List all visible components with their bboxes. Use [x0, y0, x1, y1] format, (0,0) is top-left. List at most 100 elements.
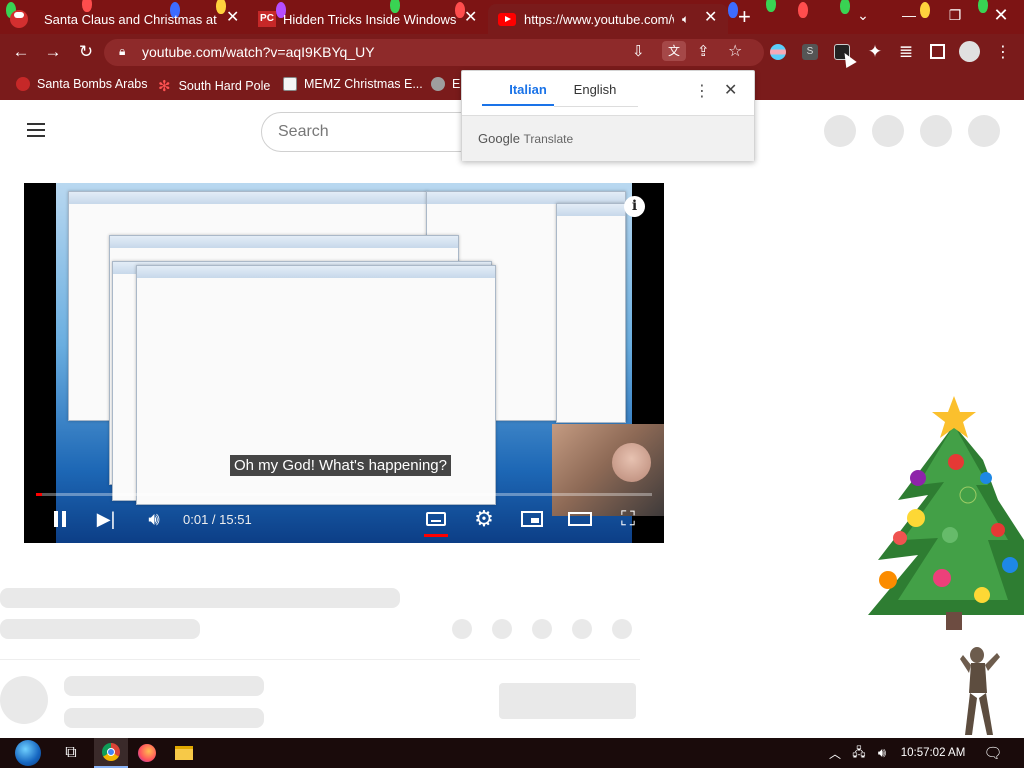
bookmark-south-hard-pole[interactable]: ✻ South Hard Pole [158, 77, 270, 95]
reading-list-icon[interactable]: ≣ [895, 41, 917, 63]
task-view-icon[interactable]: ⧉ [54, 738, 88, 768]
share-icon[interactable]: ⇪ [697, 42, 710, 60]
skeleton-title [0, 588, 400, 608]
translate-icon[interactable]: 文 [662, 41, 686, 61]
ornament [959, 486, 977, 504]
clock[interactable]: 10:57:02 AM [898, 738, 968, 768]
skeleton-channel [64, 676, 264, 696]
tab-english[interactable]: English [559, 82, 631, 97]
theater-mode-icon[interactable] [567, 501, 593, 537]
hamburger-menu-icon[interactable] [27, 123, 45, 137]
raccoon-favicon [431, 77, 445, 91]
tab-windows-tricks[interactable]: PC Hidden Tricks Inside Windows 10 [258, 4, 483, 34]
video-window [556, 203, 626, 423]
video-player[interactable]: i Oh my God! What's happening? ▶| 🔊︎ 0:0… [24, 183, 664, 543]
bookmark-label: MEMZ Christmas E... [304, 77, 423, 91]
profile-avatar-icon[interactable] [959, 41, 980, 62]
bookmark-santa-bombs[interactable]: Santa Bombs Arabs [16, 77, 147, 91]
firefox-taskbar-icon[interactable] [130, 738, 164, 768]
video-frame [56, 183, 664, 543]
close-window-icon[interactable]: ✕ [978, 0, 1024, 30]
skeleton-action [612, 619, 632, 639]
skeleton-action [492, 619, 512, 639]
new-tab-icon[interactable]: + [738, 4, 751, 30]
tab-youtube[interactable]: https://www.youtube.com/wa 🔈︎ [488, 4, 728, 34]
youtube-favicon [498, 12, 516, 26]
extensions-puzzle-icon[interactable]: ✦ [864, 41, 886, 63]
ornament [980, 472, 992, 484]
bookmark-e[interactable]: E [431, 77, 460, 91]
bookmark-star-icon[interactable]: ☆ [728, 41, 742, 61]
side-panel-icon[interactable] [930, 44, 945, 59]
taskbar: ⧉ ︿ 🖧︎ 🔊︎ 10:57:02 AM 🗨︎ [0, 738, 1024, 768]
close-tab-icon[interactable]: ✕ [704, 7, 717, 27]
bookmark-label: South Hard Pole [178, 79, 271, 93]
google-logo: Google Translate [478, 131, 573, 146]
tab-title: Santa Claus and Christmas at the [44, 11, 218, 27]
progress-bar[interactable] [36, 493, 652, 496]
tab-title: https://www.youtube.com/wa [524, 11, 674, 27]
tab-search-icon[interactable]: ⌄ [840, 0, 886, 30]
tab-title: Hidden Tricks Inside Windows 10 [283, 11, 458, 27]
close-popup-icon[interactable]: ✕ [724, 80, 737, 100]
progress-fill [36, 493, 42, 496]
chrome-taskbar-icon[interactable] [94, 738, 128, 768]
ornament [948, 454, 964, 470]
christmas-light [766, 0, 776, 12]
christmas-light [728, 2, 738, 18]
captions-icon[interactable] [424, 501, 448, 537]
ornament [907, 509, 925, 527]
show-hidden-icons-icon[interactable]: ︿ [826, 738, 844, 768]
toolbar: ← → ↻ 🔒︎ youtube.com/watch?v=aqI9KBYq_UY… [0, 34, 1024, 70]
speaker-icon[interactable]: 🔈︎ [682, 12, 689, 27]
bookmark-memz[interactable]: MEMZ Christmas E... [283, 77, 423, 91]
tab-santa[interactable]: Santa Claus and Christmas at the [10, 4, 250, 34]
close-tab-icon[interactable]: ✕ [464, 7, 477, 27]
notifications-icon[interactable]: 🗨︎ [978, 738, 1008, 768]
extension-flag-icon[interactable] [770, 44, 786, 60]
ornament [893, 531, 907, 545]
captions-active-underline [424, 534, 448, 537]
skeleton-meta [0, 619, 200, 639]
screen: { "browser": { "tabs": [ {"title": "Sant… [0, 0, 1024, 768]
close-tab-icon[interactable]: ✕ [226, 7, 239, 27]
settings-gear-icon[interactable]: ⚙ [471, 501, 497, 537]
lock-icon: 🔒︎ [119, 44, 126, 58]
channel-avatar[interactable] [612, 443, 651, 482]
minimize-icon[interactable]: — [886, 0, 932, 30]
miniplayer-icon[interactable] [519, 501, 545, 537]
next-icon[interactable]: ▶| [94, 501, 118, 537]
ornament [991, 523, 1005, 537]
skeleton-subs [64, 708, 264, 728]
christmas-tree [868, 396, 1024, 630]
santa-favicon [16, 77, 30, 91]
translate-popup: Italian English ⋮ ✕ Google Translate [461, 70, 755, 161]
skeleton-subscribe [499, 683, 636, 719]
network-icon[interactable]: 🖧︎ [850, 738, 868, 768]
pause-icon[interactable] [48, 501, 72, 537]
restore-icon[interactable]: ❐ [932, 0, 978, 30]
fullscreen-icon[interactable]: ⛶ [615, 501, 641, 537]
tab-divider [554, 106, 638, 107]
volume-tray-icon[interactable]: 🔊︎ [873, 738, 891, 768]
address-bar[interactable]: 🔒︎ youtube.com/watch?v=aqI9KBYq_UY ⇩ 文 ⇪… [104, 39, 764, 66]
reload-icon[interactable]: ↻ [75, 41, 97, 63]
back-icon[interactable]: ← [10, 41, 32, 63]
youtube-page: Search i Oh my God! What's happening? ▶|… [0, 100, 1024, 738]
start-orb-icon[interactable] [8, 738, 48, 768]
info-icon[interactable]: i [624, 196, 645, 217]
file-explorer-taskbar-icon[interactable] [167, 738, 201, 768]
tab-strip: Santa Claus and Christmas at the ✕ PC Hi… [0, 0, 1024, 34]
pc-favicon: PC [258, 11, 276, 27]
ornament [974, 587, 990, 603]
more-menu-icon[interactable]: ⋮ [992, 41, 1014, 63]
forward-icon[interactable]: → [42, 41, 64, 63]
santa-favicon [10, 10, 28, 28]
skeleton-icon [872, 115, 904, 147]
snowflake-favicon: ✻ [158, 78, 171, 95]
extension-s-icon[interactable]: S [802, 44, 818, 60]
player-controls: ▶| 🔊︎ 0:01 / 15:51 ⚙ ⛶ [24, 501, 664, 537]
install-icon[interactable]: ⇩ [632, 42, 645, 60]
volume-icon[interactable]: 🔊︎ [142, 501, 166, 537]
more-options-icon[interactable]: ⋮ [694, 81, 710, 101]
